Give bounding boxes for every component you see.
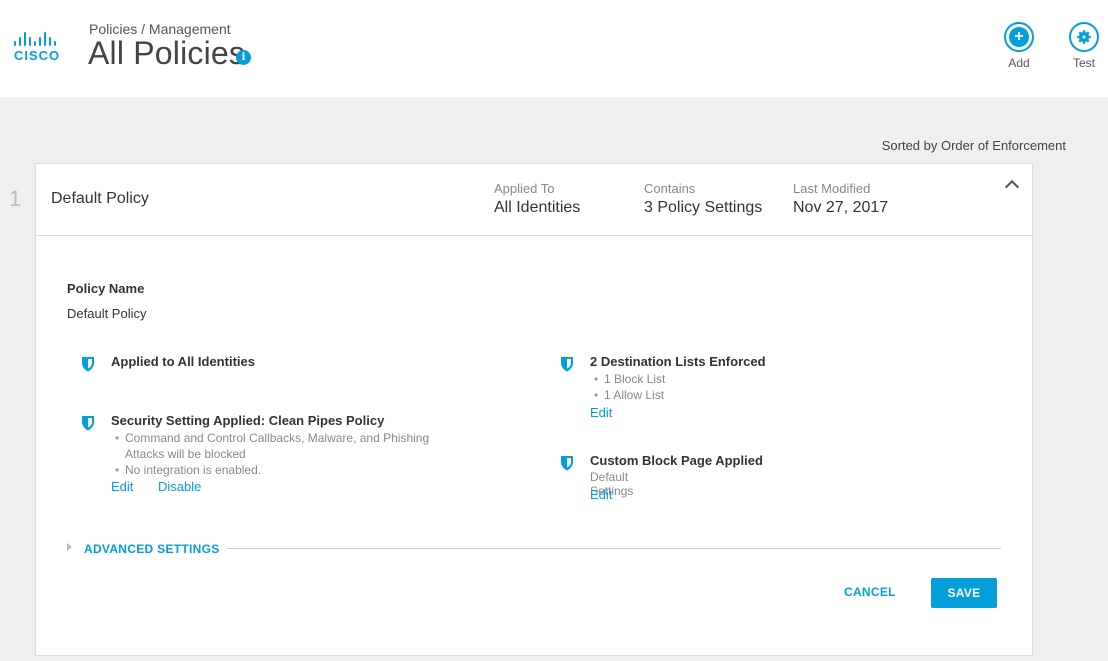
add-label: Add: [1008, 56, 1030, 70]
list-item: Command and Control Callbacks, Malware, …: [115, 430, 465, 462]
applied-to-value: All Identities: [494, 199, 581, 216]
contains-value: 3 Policy Settings: [644, 199, 763, 216]
add-icon: +: [1004, 22, 1034, 52]
info-icon[interactable]: i: [236, 50, 251, 65]
chevron-up-icon[interactable]: [1004, 179, 1020, 195]
destination-bullets: 1 Block List 1 Allow List: [594, 371, 804, 403]
policy-name-value: Default Policy: [67, 306, 147, 321]
cancel-button[interactable]: CANCEL: [844, 585, 896, 599]
shield-icon: [561, 357, 573, 372]
security-setting-title: Security Setting Applied: Clean Pipes Po…: [111, 413, 385, 428]
policy-card: Default Policy Applied To All Identities…: [35, 163, 1033, 656]
logo-text: CISCO: [14, 48, 61, 63]
sort-order-label: Sorted by Order of Enforcement: [881, 138, 1066, 153]
contains-label: Contains: [644, 181, 696, 196]
security-edit-link[interactable]: Edit: [111, 479, 133, 494]
applied-identities-title: Applied to All Identities: [111, 354, 255, 369]
cisco-logo: CISCO: [14, 32, 70, 63]
add-button[interactable]: + Add: [999, 22, 1039, 70]
block-page-title: Custom Block Page Applied: [590, 453, 763, 468]
shield-icon: [82, 416, 94, 431]
block-page-edit-link[interactable]: Edit: [590, 487, 612, 502]
contains-meta: Contains 3 Policy Settings: [644, 181, 762, 217]
list-item: No integration is enabled.: [115, 462, 465, 478]
destination-edit-link[interactable]: Edit: [590, 405, 612, 420]
list-item: 1 Block List: [594, 371, 804, 387]
destination-lists-title: 2 Destination Lists Enforced: [590, 354, 766, 369]
advanced-settings-label: ADVANCED SETTINGS: [84, 542, 220, 556]
policy-name-label: Policy Name: [67, 281, 145, 296]
security-disable-link[interactable]: Disable: [158, 479, 201, 494]
policy-title: Default Policy: [51, 190, 149, 207]
gear-icon: [1069, 22, 1099, 52]
policy-index: 1: [9, 186, 22, 211]
list-item: 1 Allow List: [594, 387, 804, 403]
applied-to-meta: Applied To All Identities: [494, 181, 580, 217]
policy-card-header[interactable]: Default Policy Applied To All Identities…: [36, 164, 1032, 236]
applied-to-label: Applied To: [494, 181, 555, 196]
shield-icon: [82, 357, 94, 372]
caret-right-icon: [67, 543, 72, 551]
divider: [227, 548, 1001, 549]
logo-bars-icon: [14, 32, 70, 46]
top-header: CISCO Policies / Management All Policies…: [0, 0, 1108, 97]
modified-meta: Last Modified Nov 27, 2017: [793, 181, 888, 217]
advanced-settings-toggle[interactable]: ADVANCED SETTINGS: [67, 541, 1002, 559]
save-button[interactable]: SAVE: [931, 578, 997, 608]
shield-icon: [561, 456, 573, 471]
modified-value: Nov 27, 2017: [793, 199, 889, 216]
security-bullets: Command and Control Callbacks, Malware, …: [115, 430, 465, 478]
modified-label: Last Modified: [793, 181, 871, 196]
page-title: All Policies: [88, 35, 246, 71]
test-button[interactable]: Test: [1064, 22, 1104, 70]
test-label: Test: [1072, 56, 1095, 70]
